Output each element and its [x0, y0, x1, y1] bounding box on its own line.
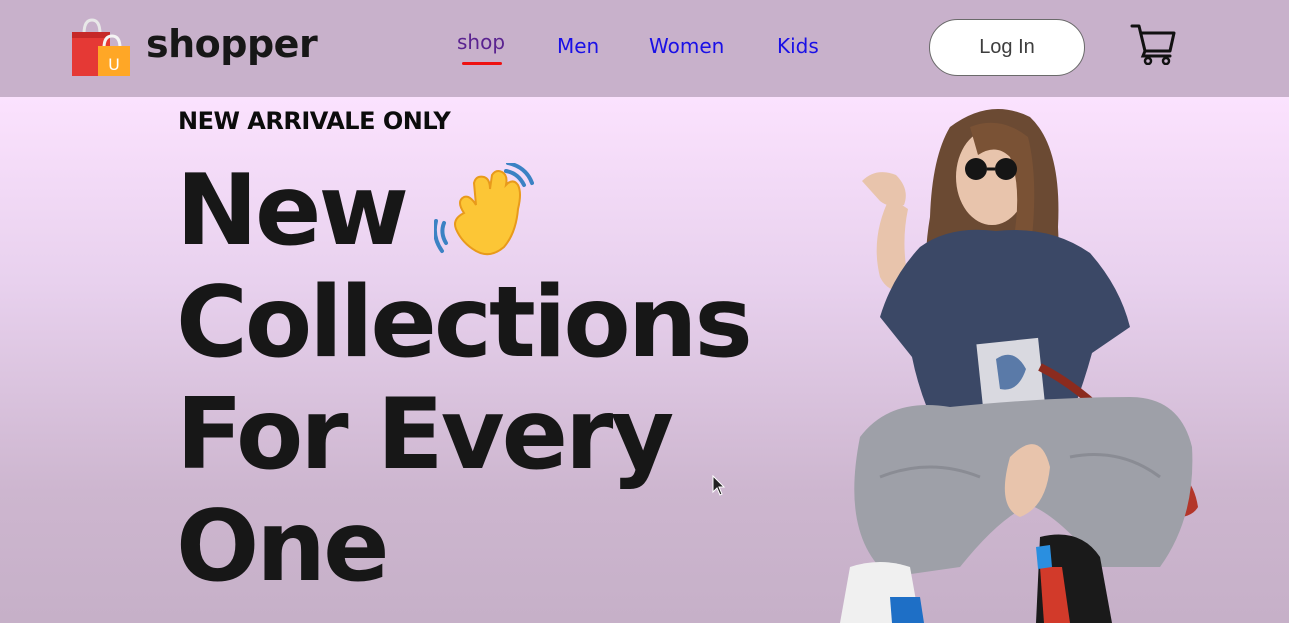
nav-link-men[interactable]: Men — [557, 34, 599, 58]
mouse-cursor-icon — [712, 475, 726, 496]
active-nav-underline — [462, 62, 502, 65]
cart-icon[interactable] — [1130, 23, 1176, 65]
hero-title-line-1-text: New — [176, 154, 409, 268]
nav-item-kids[interactable]: Kids — [777, 34, 819, 58]
logo[interactable]: U shopper — [70, 18, 318, 78]
brand-name: shopper — [146, 22, 318, 66]
nav-link-women[interactable]: Women — [649, 34, 724, 58]
hero-title: New Collections For Every One — [176, 155, 776, 603]
hero-title-line-2: Collections — [176, 266, 753, 380]
nav-link-kids[interactable]: Kids — [777, 34, 819, 58]
hero-section: NEW ARRIVALE ONLY New Collections For Ev… — [0, 97, 1289, 623]
login-button[interactable]: Log In — [929, 19, 1085, 76]
shopping-bag-logo-icon: U — [72, 18, 130, 76]
hero-model-image — [840, 109, 1198, 623]
nav-link-shop[interactable]: shop — [457, 30, 505, 54]
nav-item-women[interactable]: Women — [649, 34, 724, 58]
hero-title-line-3: For Every — [176, 378, 674, 492]
nav-item-shop[interactable]: shop — [457, 30, 505, 65]
nav-item-men[interactable]: Men — [557, 34, 599, 58]
hero-title-line-1: New — [176, 155, 776, 267]
navbar: U shopper shop Men Women Kids Log In — [0, 0, 1289, 97]
hero-title-line-4: One — [176, 490, 390, 604]
logo-badge-text: U — [108, 55, 120, 74]
waving-hand-icon — [434, 163, 535, 256]
hero-kicker: NEW ARRIVALE ONLY — [178, 107, 451, 135]
